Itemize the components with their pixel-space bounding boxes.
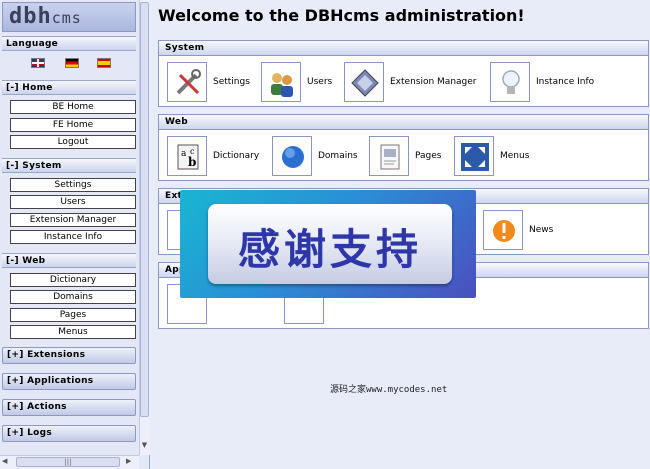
logout-button[interactable]: Logout xyxy=(10,135,136,149)
thanks-banner: 感谢支持 xyxy=(180,190,476,298)
svg-text:a: a xyxy=(181,149,187,159)
page-title: Welcome to the DBHcms administration! xyxy=(158,6,525,25)
web-panel: Web abc Dictionary Domains Pages Menus xyxy=(158,114,649,181)
extensions-heading[interactable]: [+] Extensions xyxy=(2,347,136,364)
banner-text: 感谢支持 xyxy=(237,225,422,274)
web-pages-label: Pages xyxy=(415,151,442,161)
dictionary-icon[interactable]: abc xyxy=(167,136,207,176)
sidebar-extension-manager-button[interactable]: Extension Manager xyxy=(10,213,136,227)
banner-plate: 感谢支持 xyxy=(208,204,452,284)
web-heading[interactable]: [-] Web xyxy=(2,253,136,268)
web-dictionary-label: Dictionary xyxy=(213,151,260,161)
users-icon[interactable] xyxy=(261,62,301,102)
flag-german-icon[interactable] xyxy=(65,58,79,68)
sidebar-settings-button[interactable]: Settings xyxy=(10,178,136,192)
system-panel-heading: System xyxy=(159,41,648,56)
sidebar-instance-info-button[interactable]: Instance Info xyxy=(10,230,136,244)
svg-text:b: b xyxy=(188,155,196,169)
system-panel: System Settings Users Extension Manager … xyxy=(158,40,649,107)
system-extension-manager-label: Extension Manager xyxy=(390,77,477,87)
logo-main: dbh xyxy=(9,4,52,29)
scroll-right-arrow-icon[interactable]: ▶ xyxy=(126,457,136,467)
flag-english-icon[interactable] xyxy=(31,58,45,68)
logo-sub: cms xyxy=(51,9,82,27)
horizontal-scroll-thumb[interactable]: ||| xyxy=(16,457,120,467)
watermark-text: 源码之家www.mycodes.net xyxy=(330,385,448,395)
actions-heading[interactable]: [+] Actions xyxy=(2,399,136,416)
extensions-news-label: News xyxy=(529,225,554,235)
logo: dbhcms xyxy=(2,2,136,32)
applications-heading[interactable]: [+] Applications xyxy=(2,373,136,390)
settings-tools-icon[interactable] xyxy=(167,62,207,102)
web-panel-heading: Web xyxy=(159,115,648,130)
news-alert-icon[interactable] xyxy=(483,210,523,250)
page-icon[interactable] xyxy=(369,136,409,176)
vertical-scroll-thumb[interactable] xyxy=(140,2,149,417)
flag-spanish-icon[interactable] xyxy=(97,58,111,68)
svg-text:c: c xyxy=(190,147,195,156)
be-home-button[interactable]: BE Home xyxy=(10,100,136,114)
system-users-label: Users xyxy=(307,77,333,87)
sidebar-menus-button[interactable]: Menus xyxy=(10,325,136,339)
system-heading[interactable]: [-] System xyxy=(2,158,136,173)
scroll-down-arrow-icon[interactable]: ▼ xyxy=(140,441,149,453)
extension-manager-icon[interactable] xyxy=(344,62,384,102)
sidebar-users-button[interactable]: Users xyxy=(10,195,136,209)
expand-arrows-icon[interactable] xyxy=(454,136,494,176)
system-instance-info-label: Instance Info xyxy=(536,77,595,87)
web-domains-label: Domains xyxy=(318,151,358,161)
home-heading[interactable]: [-] Home xyxy=(2,80,136,95)
sidebar-dictionary-button[interactable]: Dictionary xyxy=(10,273,136,287)
logs-heading[interactable]: [+] Logs xyxy=(2,425,136,442)
web-menus-label: Menus xyxy=(500,151,530,161)
language-heading: Language xyxy=(2,36,136,51)
sidebar-pages-button[interactable]: Pages xyxy=(10,308,136,322)
system-settings-label: Settings xyxy=(213,77,250,87)
sidebar-domains-button[interactable]: Domains xyxy=(10,290,136,304)
lightbulb-icon[interactable] xyxy=(490,62,530,102)
fe-home-button[interactable]: FE Home xyxy=(10,118,136,132)
globe-icon[interactable] xyxy=(272,136,312,176)
left-menu: dbhcms Language [-] Home BE Home FE Home… xyxy=(0,0,139,455)
left-frame: dbhcms Language [-] Home BE Home FE Home… xyxy=(0,0,150,469)
scroll-left-arrow-icon[interactable]: ◀ xyxy=(2,457,12,467)
